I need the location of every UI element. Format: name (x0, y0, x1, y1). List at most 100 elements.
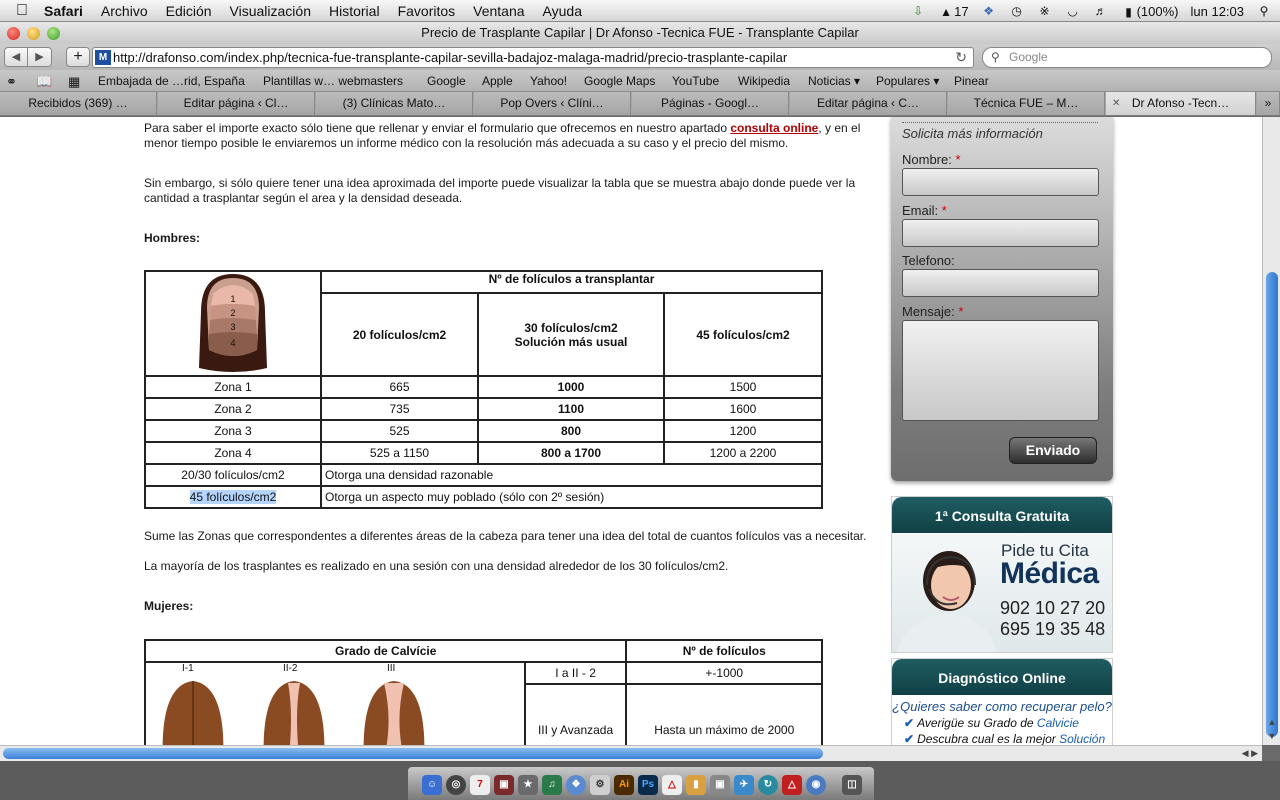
tab-paginas-google[interactable]: Páginas - Googl… (632, 92, 789, 115)
search-input[interactable]: ⚲ Google (982, 47, 1272, 68)
safari-icon[interactable]: ❖ (566, 775, 586, 795)
tab-bar: Recibidos (369) … Editar página ‹ Cl… (3… (0, 92, 1280, 116)
tab-recibidos[interactable]: Recibidos (369) … (0, 92, 157, 115)
scroll-left-icon[interactable]: ◀ (1242, 748, 1249, 758)
scroll-up-icon[interactable]: ▲ (1263, 715, 1280, 729)
bookmarks-book-icon[interactable]: 📖 (36, 74, 52, 90)
back-button[interactable]: ◀ (4, 47, 28, 67)
phone-number-1: 902 10 27 20 (1000, 598, 1106, 618)
submit-button[interactable]: Enviado (1009, 437, 1097, 464)
clock[interactable]: lun 12:03 (1191, 4, 1245, 19)
menu-historial[interactable]: Historial (329, 3, 380, 19)
apple-menu-icon[interactable]:  (0, 2, 44, 20)
horizontal-scroll-thumb[interactable] (3, 748, 823, 759)
tab-pop-overs[interactable]: Pop Overs ‹ Clíni… (474, 92, 631, 115)
consulta-gratuita-banner[interactable]: 1ª Consulta Gratuita Pide tu Cita Médica… (891, 496, 1113, 653)
menu-ayuda[interactable]: Ayuda (543, 3, 582, 19)
bookmark-google-maps[interactable]: Google Maps (584, 74, 655, 88)
vertical-scrollbar[interactable]: ▲ ▼ (1262, 117, 1280, 745)
spotlight-icon[interactable]: ⚲ (1256, 4, 1272, 18)
tab-tecnica-fue[interactable]: Técnica FUE – M… (948, 92, 1105, 115)
menu-edicion[interactable]: Edición (166, 3, 212, 19)
network-utility-icon[interactable]: ✈ (734, 775, 754, 795)
bookmark-yahoo[interactable]: Yahoo! (530, 74, 567, 88)
system-preferences-icon[interactable]: ⚙ (590, 775, 610, 795)
dock-shelf: ☺ ◎ 7 ▣ ★ ♫ ❖ ⚙ Ai Ps △ ▮ ▣ ✈ ↻ △ ◉ ◫ (408, 767, 874, 800)
itunes-icon[interactable]: ♫ (542, 775, 562, 795)
consulta-online-link[interactable]: consulta online (730, 121, 818, 135)
minimize-window-button[interactable] (27, 27, 40, 40)
zoom-window-button[interactable] (47, 27, 60, 40)
time-machine-icon[interactable]: ◷ (1009, 4, 1025, 18)
globe-icon[interactable]: ◉ (806, 775, 826, 795)
calvicie-link[interactable]: Calvicie (1037, 716, 1079, 730)
finder-icon[interactable]: ☺ (422, 775, 442, 795)
bookmark-populares[interactable]: Populares ▾ (876, 74, 939, 88)
iphoto-icon[interactable]: ★ (518, 775, 538, 795)
bookmark-noticias[interactable]: Noticias ▾ (808, 74, 860, 88)
selected-text[interactable]: 45 folículos/cm2 (189, 490, 277, 504)
bookmark-wikipedia[interactable]: Wikipedia (738, 74, 790, 88)
email-label: Email: * (902, 203, 947, 218)
reading-list-icon[interactable]: ⚭ (6, 74, 17, 90)
bluetooth-icon[interactable]: ※ (1037, 4, 1053, 18)
pdf-icon[interactable]: △ (782, 775, 802, 795)
tab-editar-pagina-2[interactable]: Editar página ‹ C… (790, 92, 947, 115)
top-sites-grid-icon[interactable]: ▦ (68, 74, 80, 90)
tab-overflow-button[interactable]: » (1257, 92, 1280, 115)
scroll-down-icon[interactable]: ▼ (1263, 729, 1280, 743)
forward-button[interactable]: ▶ (28, 47, 52, 67)
illustrator-icon[interactable]: Ai (614, 775, 634, 795)
menu-archivo[interactable]: Archivo (101, 3, 148, 19)
svg-text:4: 4 (230, 338, 235, 348)
grade-i-head-icon (162, 681, 224, 745)
email-field[interactable] (902, 219, 1099, 247)
tab-editar-pagina-1[interactable]: Editar página ‹ Cl… (158, 92, 315, 115)
archive-icon[interactable]: ▣ (710, 775, 730, 795)
close-tab-icon[interactable]: ✕ (1112, 92, 1120, 115)
head-zones-illustration: 1 2 3 4 (144, 270, 322, 377)
sync-icon[interactable]: ↻ (758, 775, 778, 795)
address-bar[interactable]: M http://drafonso.com/index.php/tecnica-… (92, 47, 974, 68)
phone-field[interactable] (902, 269, 1099, 297)
vertical-scroll-thumb[interactable] (1266, 272, 1278, 737)
battery-status[interactable]: ▮ (100%) (1121, 4, 1178, 19)
volume-icon[interactable]: ♬ (1093, 4, 1109, 18)
bookmark-youtube[interactable]: YouTube (672, 74, 719, 88)
bookmarks-bar: ⚭ 📖 ▦ Embajada de …rid, España Plantilla… (0, 70, 1280, 92)
folder-icon[interactable]: ▮ (686, 775, 706, 795)
tab-dr-afonso[interactable]: ✕ Dr Afonso -Tecn… (1106, 92, 1256, 115)
network-icon[interactable]: ❖ (981, 4, 997, 18)
bookmark-plantillas[interactable]: Plantillas w… webmasters (263, 74, 403, 88)
wifi-icon[interactable]: ◡ (1065, 4, 1081, 18)
acrobat-icon[interactable]: △ (662, 775, 682, 795)
bookmark-apple[interactable]: Apple (482, 74, 513, 88)
calendar-icon[interactable]: 7 (470, 775, 490, 795)
reload-icon[interactable]: ↻ (955, 48, 967, 67)
svg-text:2: 2 (230, 308, 235, 318)
solucion-link[interactable]: Solución (1059, 732, 1105, 745)
add-bookmark-button[interactable]: + (66, 47, 90, 67)
status-indicator[interactable]: ▲ 17 (938, 4, 968, 19)
close-window-button[interactable] (7, 27, 20, 40)
bookmark-google[interactable]: Google (427, 74, 466, 88)
horizontal-scrollbar[interactable]: ◀ ▶ (0, 745, 1262, 761)
vertical-scroll-arrows[interactable]: ▲ ▼ (1263, 715, 1280, 745)
diagnostico-online-banner[interactable]: Diagnóstico Online ¿Quieres saber como r… (891, 658, 1113, 745)
tab-clinicas[interactable]: (3) Clínicas Mato… (316, 92, 473, 115)
photo-booth-icon[interactable]: ▣ (494, 775, 514, 795)
trash-icon[interactable]: ◫ (842, 775, 862, 795)
name-field[interactable] (902, 168, 1099, 196)
message-textarea[interactable] (902, 320, 1099, 421)
photoshop-icon[interactable]: Ps (638, 775, 658, 795)
menu-visualizacion[interactable]: Visualización (230, 3, 311, 19)
bookmark-embajada[interactable]: Embajada de …rid, España (98, 74, 245, 88)
scroll-right-icon[interactable]: ▶ (1251, 748, 1258, 758)
horizontal-scroll-arrows[interactable]: ◀ ▶ (1242, 746, 1258, 761)
menu-app-safari[interactable]: Safari (44, 3, 83, 19)
download-icon[interactable]: ⇩ (910, 4, 926, 18)
dashboard-icon[interactable]: ◎ (446, 775, 466, 795)
bookmark-pinear[interactable]: Pinear (954, 74, 989, 88)
menu-favoritos[interactable]: Favoritos (398, 3, 456, 19)
menu-ventana[interactable]: Ventana (473, 3, 524, 19)
